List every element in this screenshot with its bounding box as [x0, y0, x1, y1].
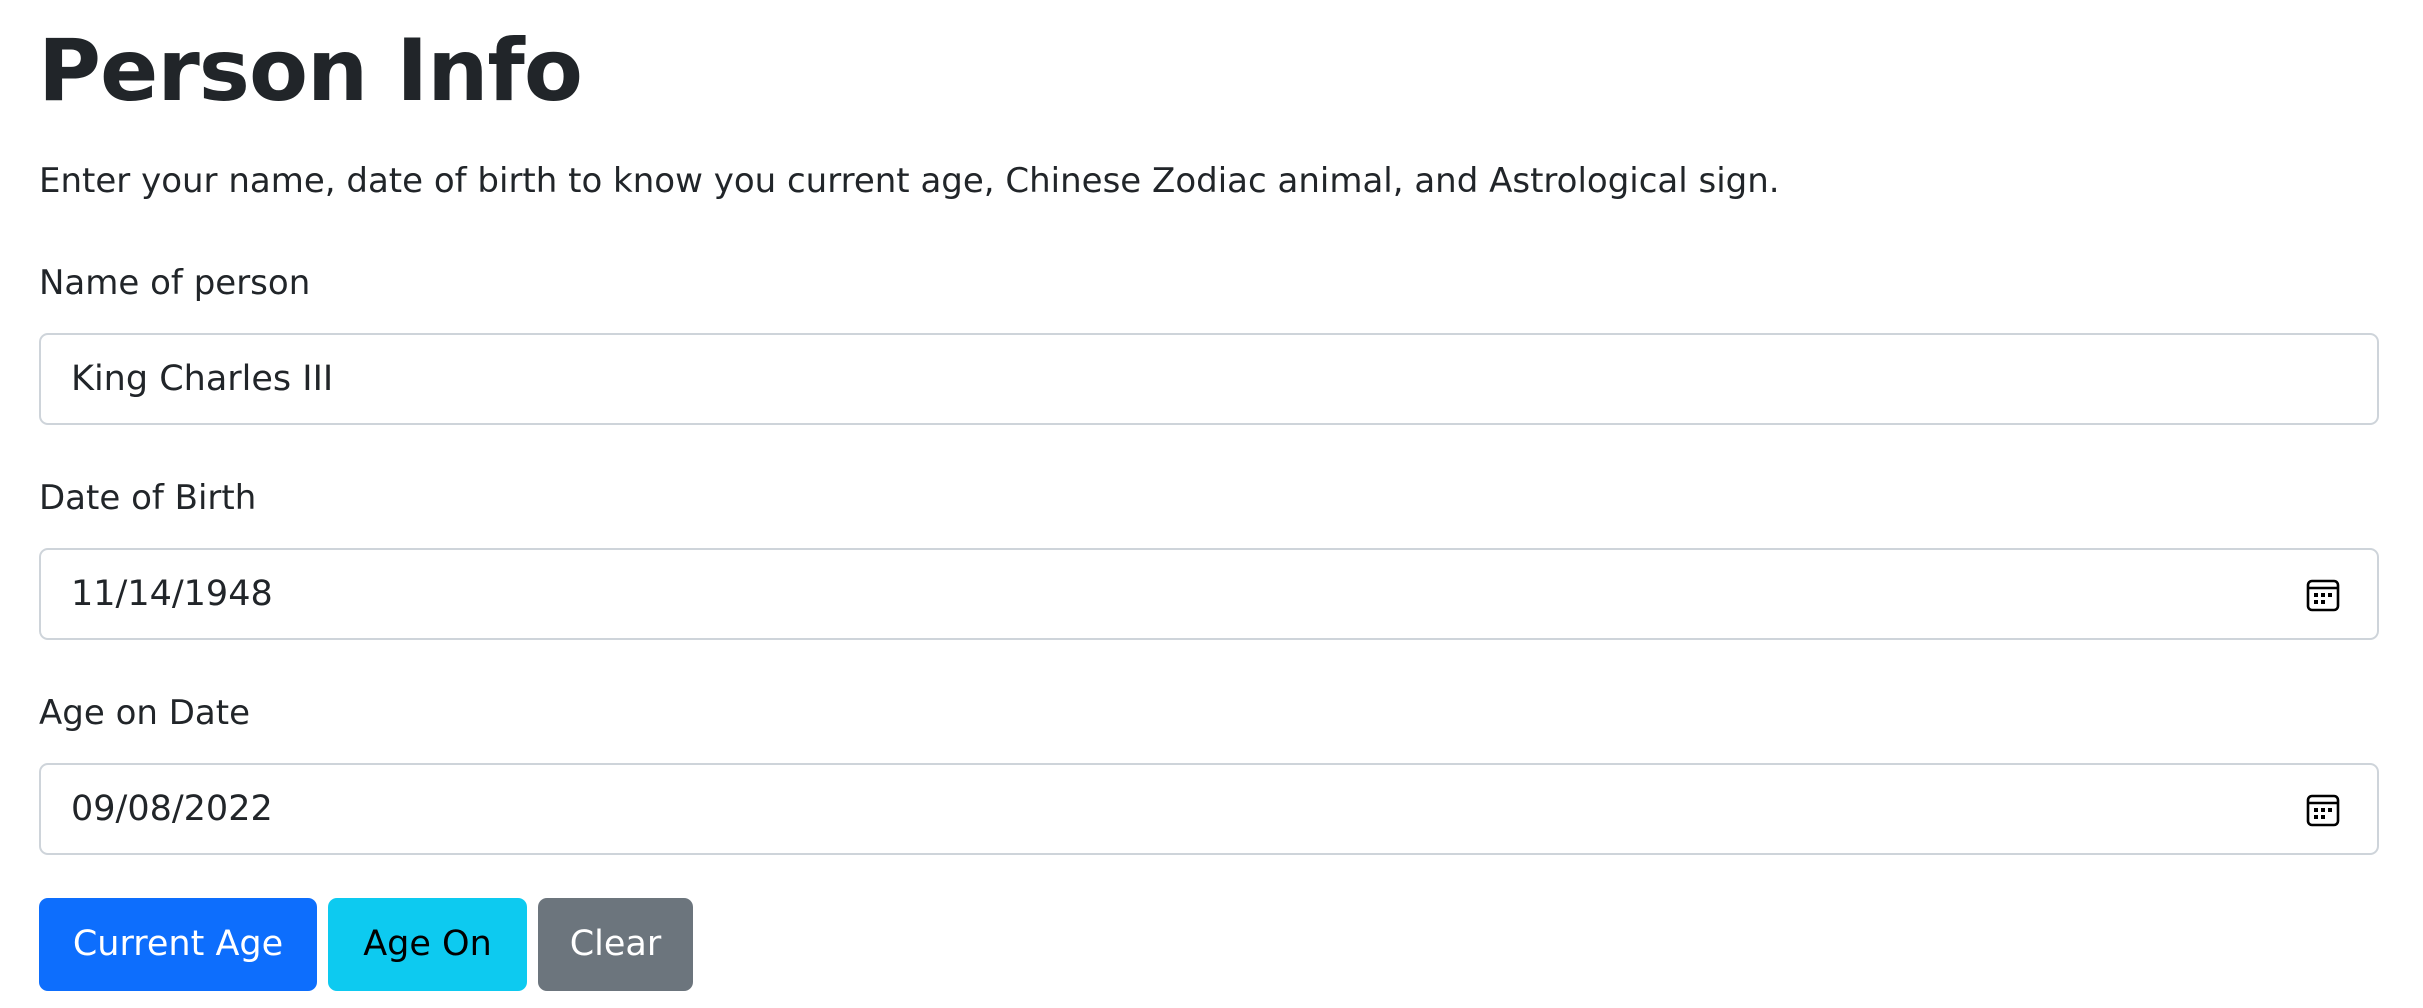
dob-label: Date of Birth	[39, 478, 257, 518]
current-age-button[interactable]: Current Age	[39, 898, 317, 991]
age-on-date-label: Age on Date	[39, 693, 250, 733]
dob-input-value: 11/14/1948	[71, 574, 273, 614]
page-title: Person Info	[38, 21, 583, 121]
person-info-page: Person Info Enter your name, date of bir…	[0, 0, 2423, 1008]
page-description: Enter your name, date of birth to know y…	[39, 161, 1780, 201]
name-input-value: King Charles III	[71, 359, 334, 399]
age-on-date-input-value: 09/08/2022	[71, 789, 273, 829]
age-on-date-input[interactable]: 09/08/2022	[39, 763, 2379, 855]
age-on-button[interactable]: Age On	[328, 898, 527, 991]
name-input[interactable]: King Charles III	[39, 333, 2379, 425]
name-label: Name of person	[39, 263, 311, 303]
clear-button[interactable]: Clear	[538, 898, 693, 991]
calendar-icon[interactable]	[2305, 577, 2341, 613]
dob-date-input[interactable]: 11/14/1948	[39, 548, 2379, 640]
calendar-icon[interactable]	[2305, 792, 2341, 828]
